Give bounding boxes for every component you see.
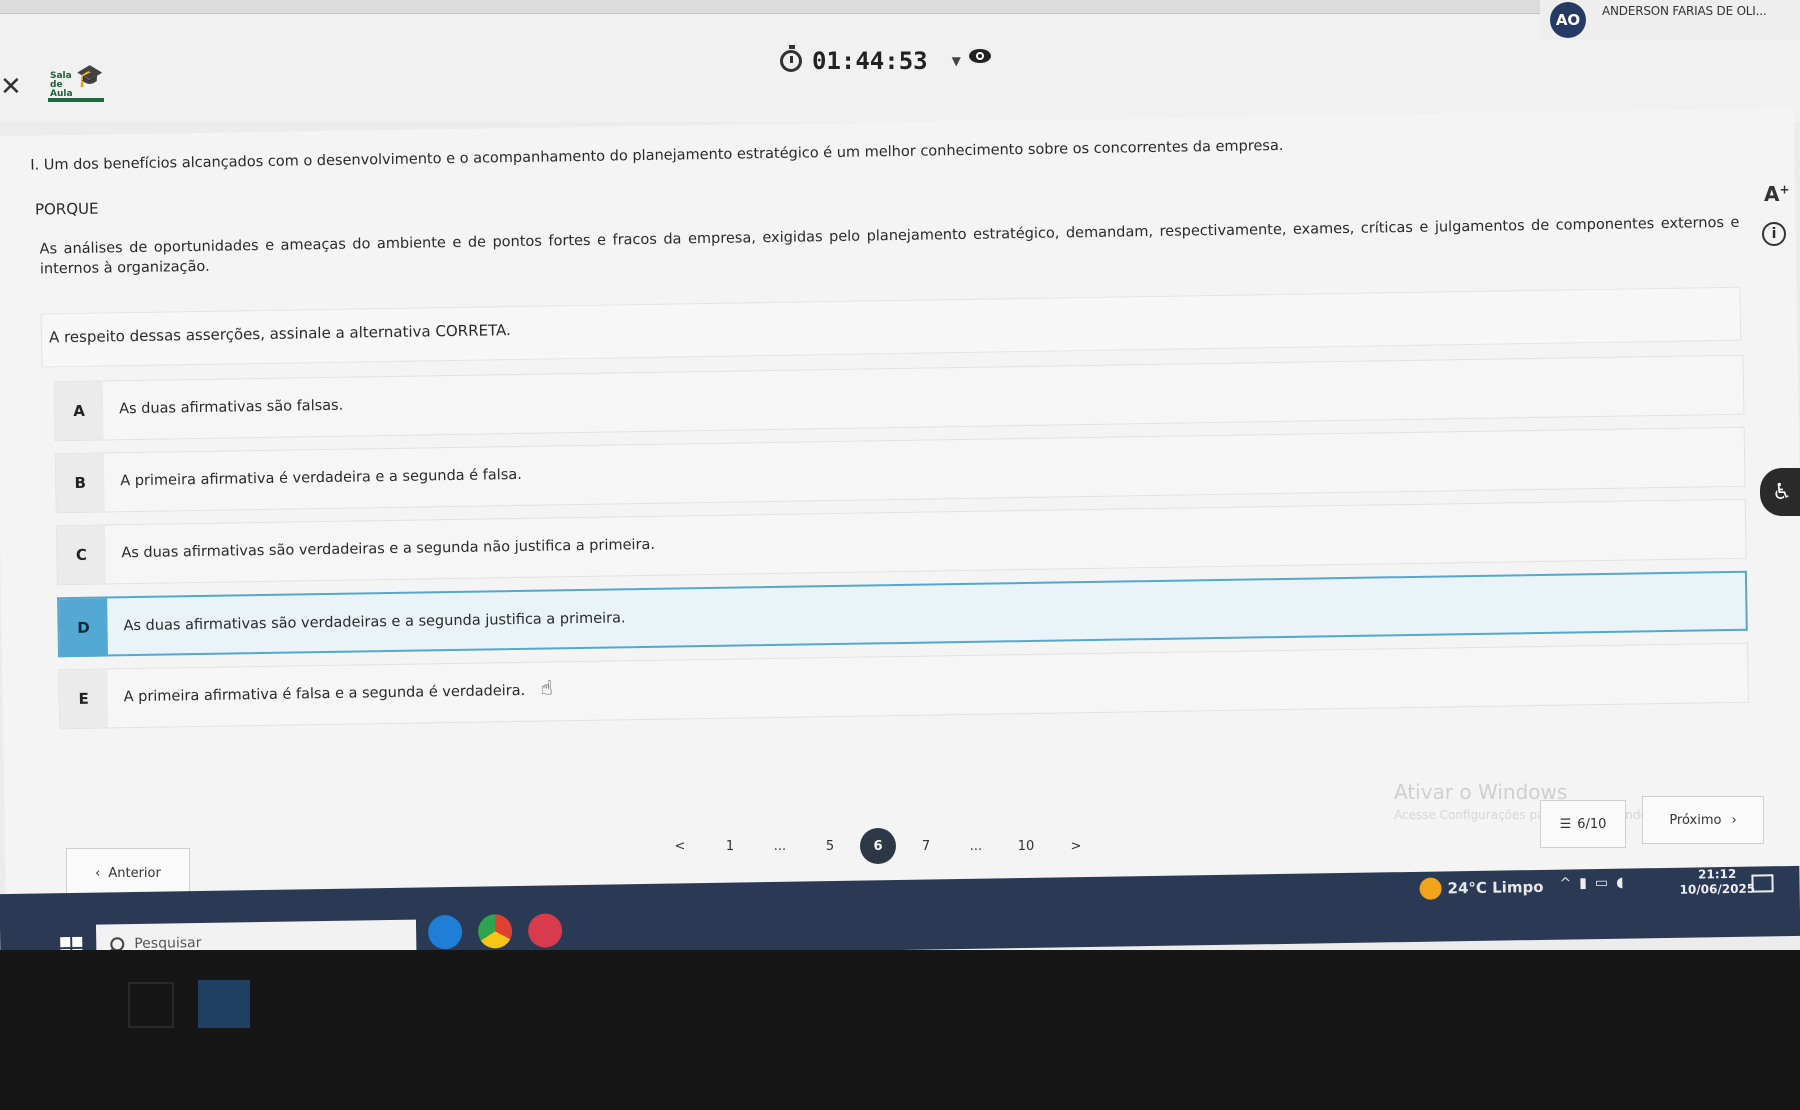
page-prev-arrow[interactable]: < (660, 828, 700, 864)
option-label: As duas afirmativas são verdadeiras e a … (121, 536, 656, 562)
option-label: As duas afirmativas são verdadeiras e a … (123, 610, 626, 635)
eye-icon[interactable] (968, 46, 992, 66)
page-10[interactable]: 10 (1006, 828, 1046, 864)
question-panel: I. Um dos benefícios alcançados com o de… (0, 107, 1800, 897)
chevron-up-icon[interactable]: ^ (1559, 875, 1571, 891)
accessibility-icon[interactable]: ♿ (1760, 468, 1800, 516)
assertion-1: I. Um dos benefícios alcançados com o de… (30, 137, 1284, 174)
logo: Sala de Aula 🎓 (48, 64, 106, 104)
option-label: As duas afirmativas são falsas. (119, 397, 344, 418)
option-letter: B (55, 453, 105, 513)
close-icon[interactable]: ✕ (0, 72, 22, 102)
monitor-bezel (0, 950, 1800, 1110)
page-current[interactable]: 6 (860, 828, 896, 864)
weather-sun-icon (1419, 877, 1442, 900)
avatar[interactable]: AO (1550, 2, 1586, 38)
chevron-left-icon: ‹ (95, 865, 101, 881)
option-letter: D (59, 598, 109, 658)
option-d[interactable]: D As duas afirmativas são verdadeiras e … (57, 570, 1748, 658)
logo-underline (48, 98, 104, 102)
search-placeholder: Pesquisar (134, 934, 202, 950)
option-letter: E (59, 669, 109, 729)
connector-label: PORQUE (34, 199, 99, 219)
screen: ✕ Sala de Aula 🎓 01:44:53 ▼ AO ANDERSON … (0, 0, 1800, 950)
font-size-icon[interactable]: A+ (1764, 182, 1790, 206)
system-tray[interactable]: ^ ▮ ▭ ◖ (1559, 875, 1623, 892)
volume-icon[interactable]: ◖ (1616, 875, 1624, 891)
option-label: A primeira afirmativa é falsa e a segund… (123, 682, 526, 706)
weather-text: 24°C Limpo (1447, 877, 1544, 898)
exam-timer: 01:44:53 ▼ (780, 44, 961, 78)
option-letter: C (56, 525, 106, 585)
option-label: A primeira afirmativa é verdadeira e a s… (120, 466, 522, 490)
notification-icon[interactable] (1751, 874, 1774, 893)
page-next-arrow[interactable]: > (1056, 828, 1096, 864)
browser-strip (0, 0, 1800, 14)
question-pagination: < 1 ... 5 6 7 ... 10 > (660, 828, 1106, 864)
option-c[interactable]: C As duas afirmativas são verdadeiras e … (55, 498, 1747, 586)
network-icon[interactable]: ▭ (1595, 875, 1608, 891)
chevron-down-icon[interactable]: ▼ (952, 54, 961, 68)
page-ellipsis: ... (773, 838, 787, 854)
list-icon: ☰ (1559, 816, 1572, 832)
assertion-2: As análises de oportunidades e ameaças d… (39, 214, 1740, 278)
user-menu[interactable]: AO ANDERSON FARIAS DE OLI... (1540, 0, 1800, 40)
desk-object (128, 982, 174, 1028)
windows-icon[interactable] (60, 936, 83, 950)
top-bar: ✕ Sala de Aula 🎓 01:44:53 ▼ (0, 14, 1800, 122)
option-a[interactable]: A As duas afirmativas são falsas. (53, 354, 1745, 442)
chevron-right-icon: › (1731, 812, 1737, 828)
opera-app-icon[interactable] (527, 913, 563, 948)
clock-time: 21:12 (1697, 866, 1737, 882)
battery-icon[interactable]: ▮ (1579, 875, 1587, 891)
search-icon (110, 937, 125, 950)
page-ellipsis: ... (969, 838, 983, 854)
info-icon[interactable]: i (1762, 222, 1786, 246)
weather-widget[interactable]: 24°C Limpo (1419, 876, 1544, 900)
windows-activation-subtitle: Acesse Configurações para ativar o Windo… (1394, 808, 1668, 822)
question-list-button[interactable]: ☰ 6/10 (1540, 800, 1626, 848)
font-size-sup: + (1779, 182, 1790, 197)
next-button[interactable]: Próximo › (1642, 796, 1764, 844)
edge-app-icon[interactable] (427, 914, 463, 950)
taskbar-search[interactable]: Pesquisar (95, 919, 417, 950)
pointer-hand-icon: ☝ (540, 675, 553, 700)
desk-object (198, 980, 250, 1028)
next-label: Próximo (1669, 812, 1722, 828)
font-size-label: A (1764, 182, 1780, 206)
option-letter: A (54, 381, 104, 441)
option-e[interactable]: E A primeira afirmativa é falsa e a segu… (58, 642, 1749, 730)
chrome-app-icon[interactable] (477, 914, 513, 949)
graduation-cap-icon: 🎓 (76, 64, 104, 89)
previous-label: Anterior (108, 865, 161, 881)
option-b[interactable]: B A primeira afirmativa é verdadeira e a… (54, 426, 1746, 514)
stopwatch-icon (780, 45, 802, 72)
page-7[interactable]: 7 (906, 828, 946, 864)
user-name: ANDERSON FARIAS DE OLI... (1602, 4, 1767, 18)
page-5[interactable]: 5 (810, 828, 850, 864)
page-1[interactable]: 1 (710, 828, 750, 864)
taskbar-clock[interactable]: 21:12 10/06/2025 (1679, 866, 1756, 898)
timer-value: 01:44:53 (812, 47, 928, 75)
clock-date: 10/06/2025 (1679, 881, 1756, 897)
progress-count: 6/10 (1577, 816, 1607, 832)
